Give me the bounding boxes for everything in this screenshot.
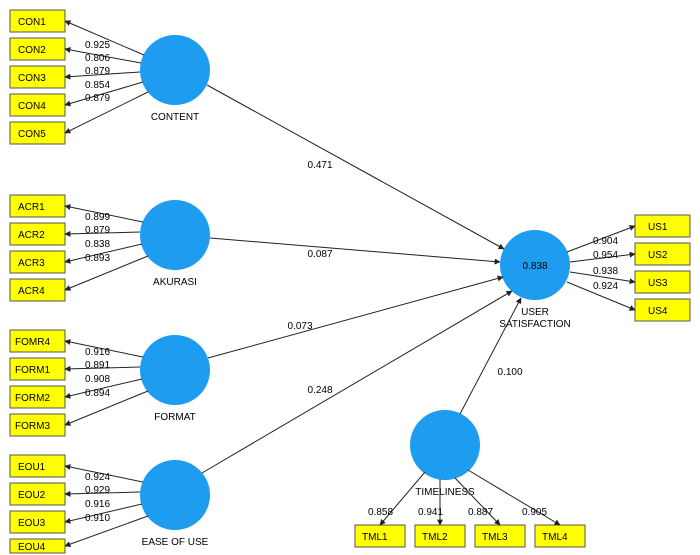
pls-sem-diagram: CONTENT AKURASI FORMAT EASE OF USE TIMEL… [0,0,700,555]
load-form3: 0.894 [85,388,110,399]
latent-format-label: FORMAT [154,412,195,423]
ind-con5: CON5 [18,129,46,140]
path-format-us [208,277,503,358]
load-us2: 0.954 [593,250,618,261]
load-acr1: 0.899 [85,212,110,223]
latent-format [140,335,210,405]
ind-con1: CON1 [18,17,46,28]
latent-content [140,35,210,105]
load-acr3: 0.838 [85,239,110,250]
load-form4: 0.916 [85,347,110,358]
load-tml1: 0.858 [368,507,393,518]
load-us3: 0.938 [593,266,618,277]
load-eou1: 0.924 [85,472,110,483]
ind-tml3: TML3 [482,532,508,543]
path-format-val: 0.073 [287,321,312,332]
latent-usersat-label2: SATISFACTION [499,319,571,330]
load-tml3: 0.887 [468,507,493,518]
ind-form2: FORM2 [15,393,50,404]
ind-acr4: ACR4 [18,286,45,297]
latent-ease-label: EASE OF USE [142,537,209,548]
ind-con4: CON4 [18,101,46,112]
path-time-us [460,298,521,414]
load-eou4: 0.910 [85,513,110,524]
load-form2: 0.908 [85,374,110,385]
path-content-us [207,85,504,249]
ind-tml1: TML1 [362,532,388,543]
load-tml2: 0.941 [418,507,443,518]
indicator-group-form: FOMR4 FORM1 FORM2 FORM3 [10,330,65,436]
latent-akurasi-label: AKURASI [153,277,197,288]
ind-acr1: ACR1 [18,202,45,213]
ind-us2: US2 [648,250,668,261]
indicator-group-eou: EOU1 EOU2 EOU3 EOU4 [10,455,65,553]
ind-con3: CON3 [18,73,46,84]
latent-usersat-label1: USER [521,307,549,318]
ind-tml2: TML2 [422,532,448,543]
indicator-group-us: US1 US2 US3 US4 [635,215,690,321]
load-con2: 0.806 [85,53,110,64]
load-us4: 0.924 [593,281,618,292]
ind-eou2: EOU2 [18,490,46,501]
latent-time-label: TIMELINESS [415,487,475,498]
load-acr2: 0.879 [85,225,110,236]
load-form1: 0.891 [85,360,110,371]
ind-us4: US4 [648,306,668,317]
ind-us1: US1 [648,222,668,233]
path-akurasi-val: 0.087 [307,249,332,260]
ind-acr3: ACR3 [18,258,45,269]
load-tml4: 0.905 [522,507,547,518]
ind-eou3: EOU3 [18,518,46,529]
load-con4: 0.854 [85,80,110,91]
latent-ease [140,460,210,530]
path-time-val: 0.100 [497,367,522,378]
indicator-group-con: CON1 CON2 CON3 CON4 CON5 [10,10,65,144]
path-content-val: 0.471 [307,160,332,171]
load-us1: 0.904 [593,236,618,247]
ind-form4: FOMR4 [15,337,50,348]
load-eou2: 0.929 [85,485,110,496]
ind-tml4: TML4 [542,532,568,543]
latent-akurasi [140,200,210,270]
ind-con2: CON2 [18,45,46,56]
latent-usersat-rsq: 0.838 [522,261,547,272]
indicator-group-tml: TML1 TML2 TML3 TML4 [355,525,585,547]
load-eou3: 0.916 [85,499,110,510]
path-akurasi-us [210,238,500,262]
ind-acr2: ACR2 [18,230,45,241]
latent-content-label: CONTENT [151,112,199,123]
latent-time [410,410,480,480]
indicator-group-acr: ACR1 ACR2 ACR3 ACR4 [10,195,65,301]
load-con5: 0.879 [85,93,110,104]
load-con1: 0.925 [85,40,110,51]
load-acr4: 0.893 [85,253,110,264]
load-con3: 0.879 [85,66,110,77]
ind-eou4: EOU4 [18,542,46,553]
ind-form1: FORM1 [15,365,50,376]
ind-us3: US3 [648,278,668,289]
ind-eou1: EOU1 [18,462,46,473]
path-ease-val: 0.248 [307,385,332,396]
ind-form3: FORM3 [15,421,50,432]
